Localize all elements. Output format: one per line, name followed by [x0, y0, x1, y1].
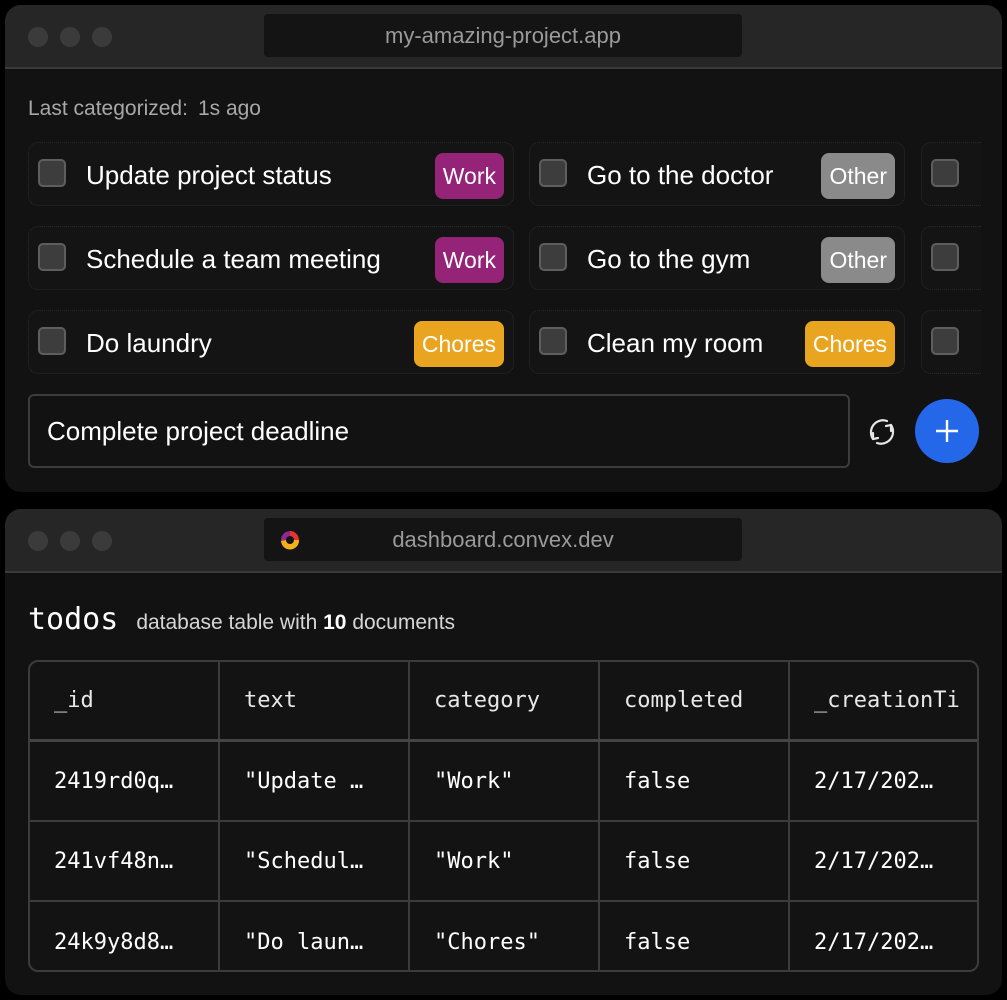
table-cell[interactable]: "Update …: [220, 742, 410, 820]
todo-checkbox[interactable]: [38, 327, 66, 355]
address-url: my-amazing-project.app: [385, 22, 621, 48]
table-cell[interactable]: "Schedul…: [220, 822, 410, 900]
todo-text: Go to the gym: [587, 244, 751, 274]
column-header[interactable]: _creationTi: [790, 662, 977, 739]
close-window-button[interactable]: [28, 27, 48, 47]
minimize-window-button[interactable]: [60, 531, 80, 551]
add-todo-button[interactable]: [915, 399, 979, 463]
last-categorized-label: Last categorized:: [28, 97, 188, 120]
todo-text: Schedule a team meeting: [86, 244, 381, 274]
table-cell[interactable]: 241vf48n…: [30, 822, 220, 900]
category-badge: Chores: [413, 321, 504, 367]
category-badge: Chores: [804, 321, 895, 367]
window-controls: [28, 27, 112, 47]
app-window: my-amazing-project.app Last categorized:…: [5, 5, 1002, 492]
category-badge: Work: [434, 153, 504, 199]
todo-item: Do laundry Chores: [28, 310, 514, 374]
table-name: todos: [28, 602, 119, 637]
todo-item: Schedule a team meeting Work: [28, 226, 514, 290]
last-categorized-status: Last categorized: 1s ago: [28, 97, 261, 121]
column-header[interactable]: text: [220, 662, 410, 739]
window-controls: [28, 531, 112, 551]
todo-text: Clean my room: [587, 328, 764, 358]
titlebar: my-amazing-project.app: [5, 5, 1002, 69]
address-bar[interactable]: dashboard.convex.dev: [264, 518, 742, 561]
table-cell[interactable]: 2419rd0q…: [30, 742, 220, 820]
desc-suffix: documents: [352, 611, 456, 634]
todo-item: Go to the doctor Other: [529, 142, 905, 206]
todo-checkbox[interactable]: [539, 327, 567, 355]
table-cell[interactable]: false: [600, 822, 790, 900]
todo-checkbox[interactable]: [38, 243, 66, 271]
todo-item: Go to the gym Other: [529, 226, 905, 290]
desc-prefix: database table with: [136, 611, 318, 634]
table-cell[interactable]: 2/17/202…: [790, 902, 977, 970]
convex-logo-icon: [280, 530, 300, 550]
address-url: dashboard.convex.dev: [392, 526, 614, 552]
table-cell[interactable]: "Work": [410, 742, 600, 820]
new-todo-input-value: Complete project deadline: [47, 415, 350, 446]
todo-text: Update project status: [86, 160, 332, 190]
todo-checkbox[interactable]: [539, 243, 567, 271]
close-window-button[interactable]: [28, 531, 48, 551]
table-cell[interactable]: "Do laun…: [220, 902, 410, 970]
todo-item: [921, 142, 981, 206]
table-cell[interactable]: "Work": [410, 822, 600, 900]
maximize-window-button[interactable]: [92, 531, 112, 551]
todo-item: Clean my room Chores: [529, 310, 905, 374]
table-cell[interactable]: "Chores": [410, 902, 600, 970]
column-header[interactable]: category: [410, 662, 600, 739]
table-row[interactable]: 241vf48n… "Schedul… "Work" false 2/17/202…: [30, 822, 977, 902]
table-description: database table with 10 documents: [136, 611, 455, 635]
data-table: _id text category completed _creationTi 2419r…: [28, 660, 979, 972]
todo-checkbox[interactable]: [539, 159, 567, 187]
refresh-icon[interactable]: [865, 415, 899, 449]
todo-checkbox[interactable]: [38, 159, 66, 187]
maximize-window-button[interactable]: [92, 27, 112, 47]
table-row[interactable]: 24k9y8d8… "Do laun… "Chores" false 2/17/202…: [30, 902, 977, 970]
table-header: todos database table with 10 documents: [28, 602, 455, 637]
dashboard-window: dashboard.convex.dev todos database tabl…: [5, 509, 1002, 995]
titlebar: dashboard.convex.dev: [5, 509, 1002, 573]
todo-text: Do laundry: [86, 328, 212, 358]
table-header-row: _id text category completed _creationTi: [30, 662, 977, 742]
address-bar[interactable]: my-amazing-project.app: [264, 14, 742, 57]
table-row[interactable]: 2419rd0q… "Update … "Work" false 2/17/202…: [30, 742, 977, 822]
column-header[interactable]: completed: [600, 662, 790, 739]
minimize-window-button[interactable]: [60, 27, 80, 47]
todo-checkbox[interactable]: [931, 159, 959, 187]
table-cell[interactable]: false: [600, 742, 790, 820]
table-cell[interactable]: 2/17/202…: [790, 822, 977, 900]
document-count: 10: [323, 611, 347, 634]
todo-checkbox[interactable]: [931, 327, 959, 355]
todo-item: Update project status Work: [28, 142, 514, 206]
table-cell[interactable]: false: [600, 902, 790, 970]
todo-checkbox[interactable]: [931, 243, 959, 271]
todo-item: [921, 226, 981, 290]
todo-item: [921, 310, 981, 374]
table-cell[interactable]: 24k9y8d8…: [30, 902, 220, 970]
new-todo-input[interactable]: Complete project deadline: [28, 394, 850, 468]
category-badge: Work: [434, 237, 504, 283]
plus-icon: [936, 420, 958, 442]
last-categorized-value: 1s ago: [197, 97, 261, 120]
todo-text: Go to the doctor: [587, 160, 774, 190]
category-badge: Other: [821, 237, 895, 283]
table-cell[interactable]: 2/17/202…: [790, 742, 977, 820]
category-badge: Other: [821, 153, 895, 199]
column-header[interactable]: _id: [30, 662, 220, 739]
